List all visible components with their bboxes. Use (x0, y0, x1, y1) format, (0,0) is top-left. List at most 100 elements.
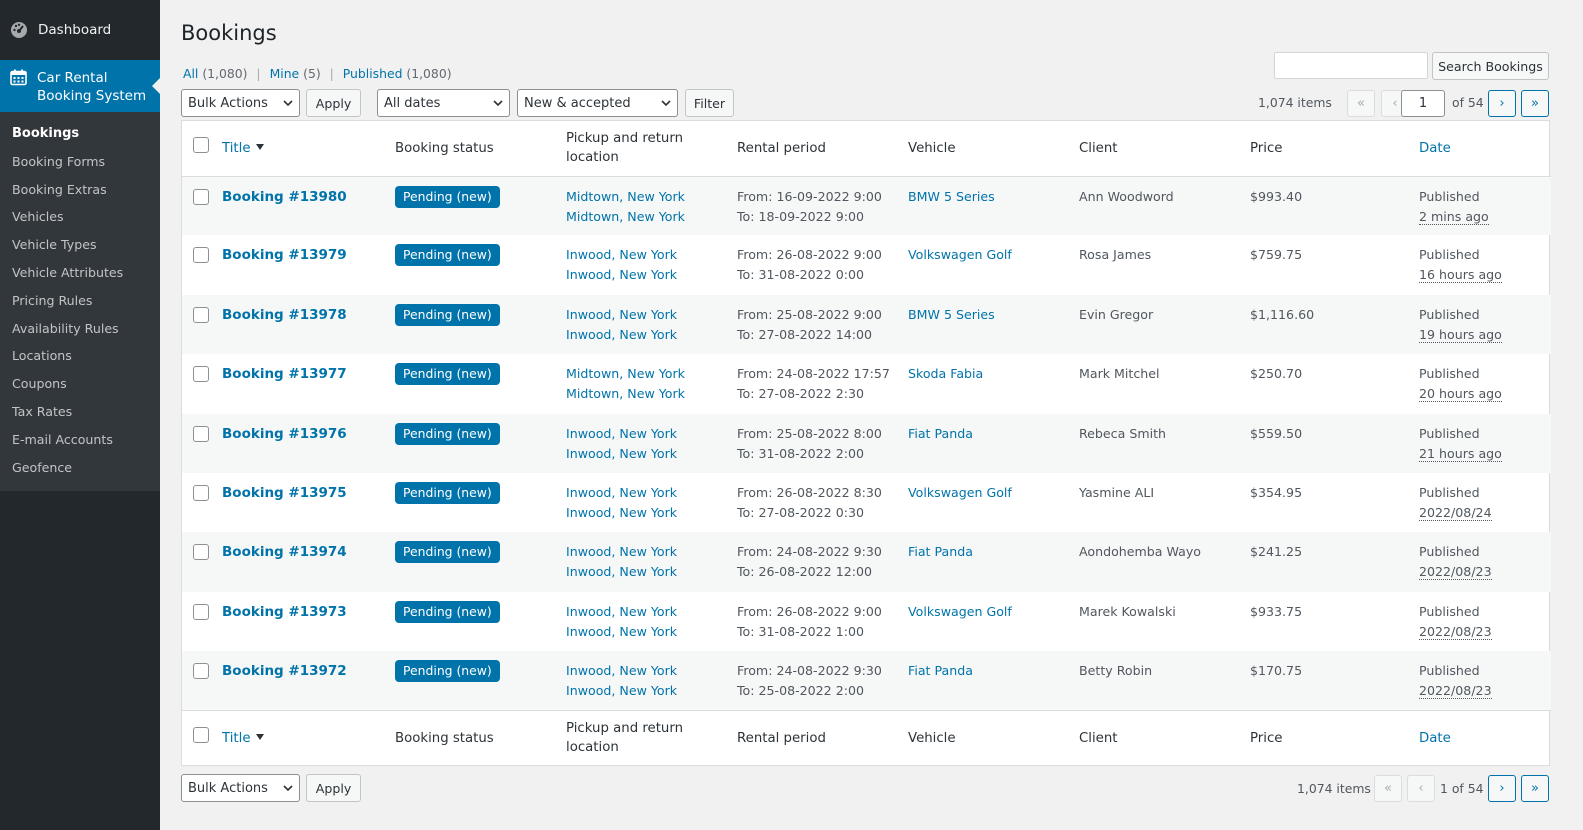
status-filter-select[interactable]: New & accepted (517, 89, 678, 117)
pickup-location-link[interactable]: Inwood, New York (566, 426, 677, 441)
booking-title-link[interactable]: Booking #13972 (222, 663, 347, 679)
sidebar-item-booking-extras[interactable]: Booking Extras (0, 176, 160, 204)
publish-status: Published (1419, 663, 1480, 679)
publish-status: Published (1419, 188, 1480, 204)
pickup-location-link[interactable]: Inwood, New York (566, 307, 677, 322)
column-date-header[interactable]: Date (1419, 121, 1551, 177)
sidebar-item-pricing-rules[interactable]: Pricing Rules (0, 287, 160, 315)
column-title-header[interactable]: Title (222, 121, 395, 177)
next-page-button-bottom[interactable]: › (1488, 775, 1516, 802)
sidebar-item-bookings[interactable]: Bookings (0, 120, 160, 148)
sidebar-item-geofence[interactable]: Geofence (0, 454, 160, 482)
sidebar-item-email-accounts[interactable]: E-mail Accounts (0, 426, 160, 454)
sidebar-item-dashboard[interactable]: Dashboard (0, 0, 160, 60)
sidebar-item-booking-forms[interactable]: Booking Forms (0, 148, 160, 176)
apply-button-bottom[interactable]: Apply (306, 774, 361, 802)
return-location-link[interactable]: Inwood, New York (566, 624, 677, 639)
first-page-button-bottom[interactable]: « (1374, 775, 1402, 802)
pickup-location-link[interactable]: Inwood, New York (566, 544, 677, 559)
rental-to: To: 27-08-2022 0:30 (737, 504, 864, 520)
booking-title-link[interactable]: Booking #13979 (222, 247, 347, 263)
bulk-actions-select-bottom[interactable]: Bulk Actions (181, 774, 300, 802)
select-all-checkbox[interactable] (193, 137, 209, 154)
sidebar-item-vehicles[interactable]: Vehicles (0, 203, 160, 231)
pickup-location-link[interactable]: Inwood, New York (566, 485, 677, 500)
row-checkbox[interactable] (193, 484, 209, 501)
status-badge: Pending (new) (395, 363, 500, 386)
current-page-input[interactable]: 1 (1401, 90, 1445, 117)
column-date-footer[interactable]: Date (1419, 710, 1551, 766)
sidebar-item-coupons[interactable]: Coupons (0, 370, 160, 398)
sidebar-item-car-rental[interactable]: Car Rental Booking System (0, 60, 160, 112)
client-name: Mark Mitchel (1079, 366, 1160, 382)
row-checkbox[interactable] (193, 188, 209, 205)
sidebar-item-vehicle-attributes[interactable]: Vehicle Attributes (0, 259, 160, 287)
last-page-button-top[interactable]: » (1521, 90, 1549, 117)
return-location-link[interactable]: Midtown, New York (566, 209, 685, 224)
vehicle-link[interactable]: Volkswagen Golf (908, 247, 1012, 262)
sidebar-item-availability-rules[interactable]: Availability Rules (0, 315, 160, 343)
bookings-table: Title Booking status Pickup and return lo… (181, 120, 1551, 766)
return-location-link[interactable]: Inwood, New York (566, 505, 677, 520)
row-checkbox[interactable] (193, 544, 209, 561)
booking-title-link[interactable]: Booking #13980 (222, 189, 347, 205)
page-title: Bookings (181, 21, 277, 45)
row-checkbox[interactable] (193, 663, 209, 680)
view-all-link[interactable]: All (183, 66, 198, 81)
pickup-location-link[interactable]: Inwood, New York (566, 247, 677, 262)
last-page-button-bottom[interactable]: » (1521, 775, 1549, 802)
pickup-location-link[interactable]: Midtown, New York (566, 366, 685, 381)
booking-title-link[interactable]: Booking #13975 (222, 485, 347, 501)
view-mine-link[interactable]: Mine (270, 66, 300, 81)
prev-page-button-bottom[interactable]: ‹ (1407, 775, 1435, 802)
pickup-location-link[interactable]: Midtown, New York (566, 189, 685, 204)
return-location-link[interactable]: Inwood, New York (566, 446, 677, 461)
booking-title-link[interactable]: Booking #13973 (222, 604, 347, 620)
booking-title-link[interactable]: Booking #13977 (222, 366, 347, 382)
client-name: Betty Robin (1079, 663, 1153, 679)
vehicle-link[interactable]: Fiat Panda (908, 426, 973, 441)
sidebar-item-vehicle-types[interactable]: Vehicle Types (0, 231, 160, 259)
vehicle-link[interactable]: Volkswagen Golf (908, 485, 1012, 500)
booking-title-link[interactable]: Booking #13976 (222, 426, 347, 442)
pickup-location-link[interactable]: Inwood, New York (566, 663, 677, 678)
booking-title-link[interactable]: Booking #13978 (222, 307, 347, 323)
vehicle-link[interactable]: Fiat Panda (908, 663, 973, 678)
vehicle-link[interactable]: Skoda Fabia (908, 366, 983, 381)
search-input[interactable] (1274, 52, 1428, 79)
view-published-link[interactable]: Published (343, 66, 403, 81)
view-all-count: (1,080) (202, 66, 248, 81)
search-bookings-button[interactable]: Search Bookings (1432, 52, 1549, 80)
publish-status: Published (1419, 247, 1480, 263)
price: $354.95 (1250, 484, 1303, 500)
row-checkbox[interactable] (193, 247, 209, 264)
price: $759.75 (1250, 247, 1303, 263)
column-title-footer[interactable]: Title (222, 710, 395, 766)
row-checkbox[interactable] (193, 425, 209, 442)
bulk-actions-select-top[interactable]: Bulk Actions (181, 89, 300, 117)
apply-button-top[interactable]: Apply (306, 89, 361, 117)
return-location-link[interactable]: Inwood, New York (566, 683, 677, 698)
row-checkbox[interactable] (193, 306, 209, 323)
vehicle-link[interactable]: BMW 5 Series (908, 307, 995, 322)
vehicle-link[interactable]: Fiat Panda (908, 544, 973, 559)
select-all-checkbox-bottom[interactable] (193, 727, 209, 744)
first-page-button-top[interactable]: « (1347, 90, 1375, 117)
return-location-link[interactable]: Inwood, New York (566, 327, 677, 342)
booking-title-link[interactable]: Booking #13974 (222, 544, 347, 560)
publish-date: 2 mins ago (1419, 208, 1489, 225)
vehicle-link[interactable]: BMW 5 Series (908, 189, 995, 204)
row-checkbox[interactable] (193, 366, 209, 383)
publish-status: Published (1419, 484, 1480, 500)
filter-button[interactable]: Filter (685, 89, 734, 117)
return-location-link[interactable]: Inwood, New York (566, 564, 677, 579)
pickup-location-link[interactable]: Inwood, New York (566, 604, 677, 619)
sidebar-item-locations[interactable]: Locations (0, 342, 160, 370)
dates-filter-select[interactable]: All dates (377, 89, 510, 117)
return-location-link[interactable]: Midtown, New York (566, 386, 685, 401)
sidebar-item-tax-rates[interactable]: Tax Rates (0, 398, 160, 426)
vehicle-link[interactable]: Volkswagen Golf (908, 604, 1012, 619)
row-checkbox[interactable] (193, 603, 209, 620)
return-location-link[interactable]: Inwood, New York (566, 267, 677, 282)
next-page-button-top[interactable]: › (1488, 90, 1516, 117)
